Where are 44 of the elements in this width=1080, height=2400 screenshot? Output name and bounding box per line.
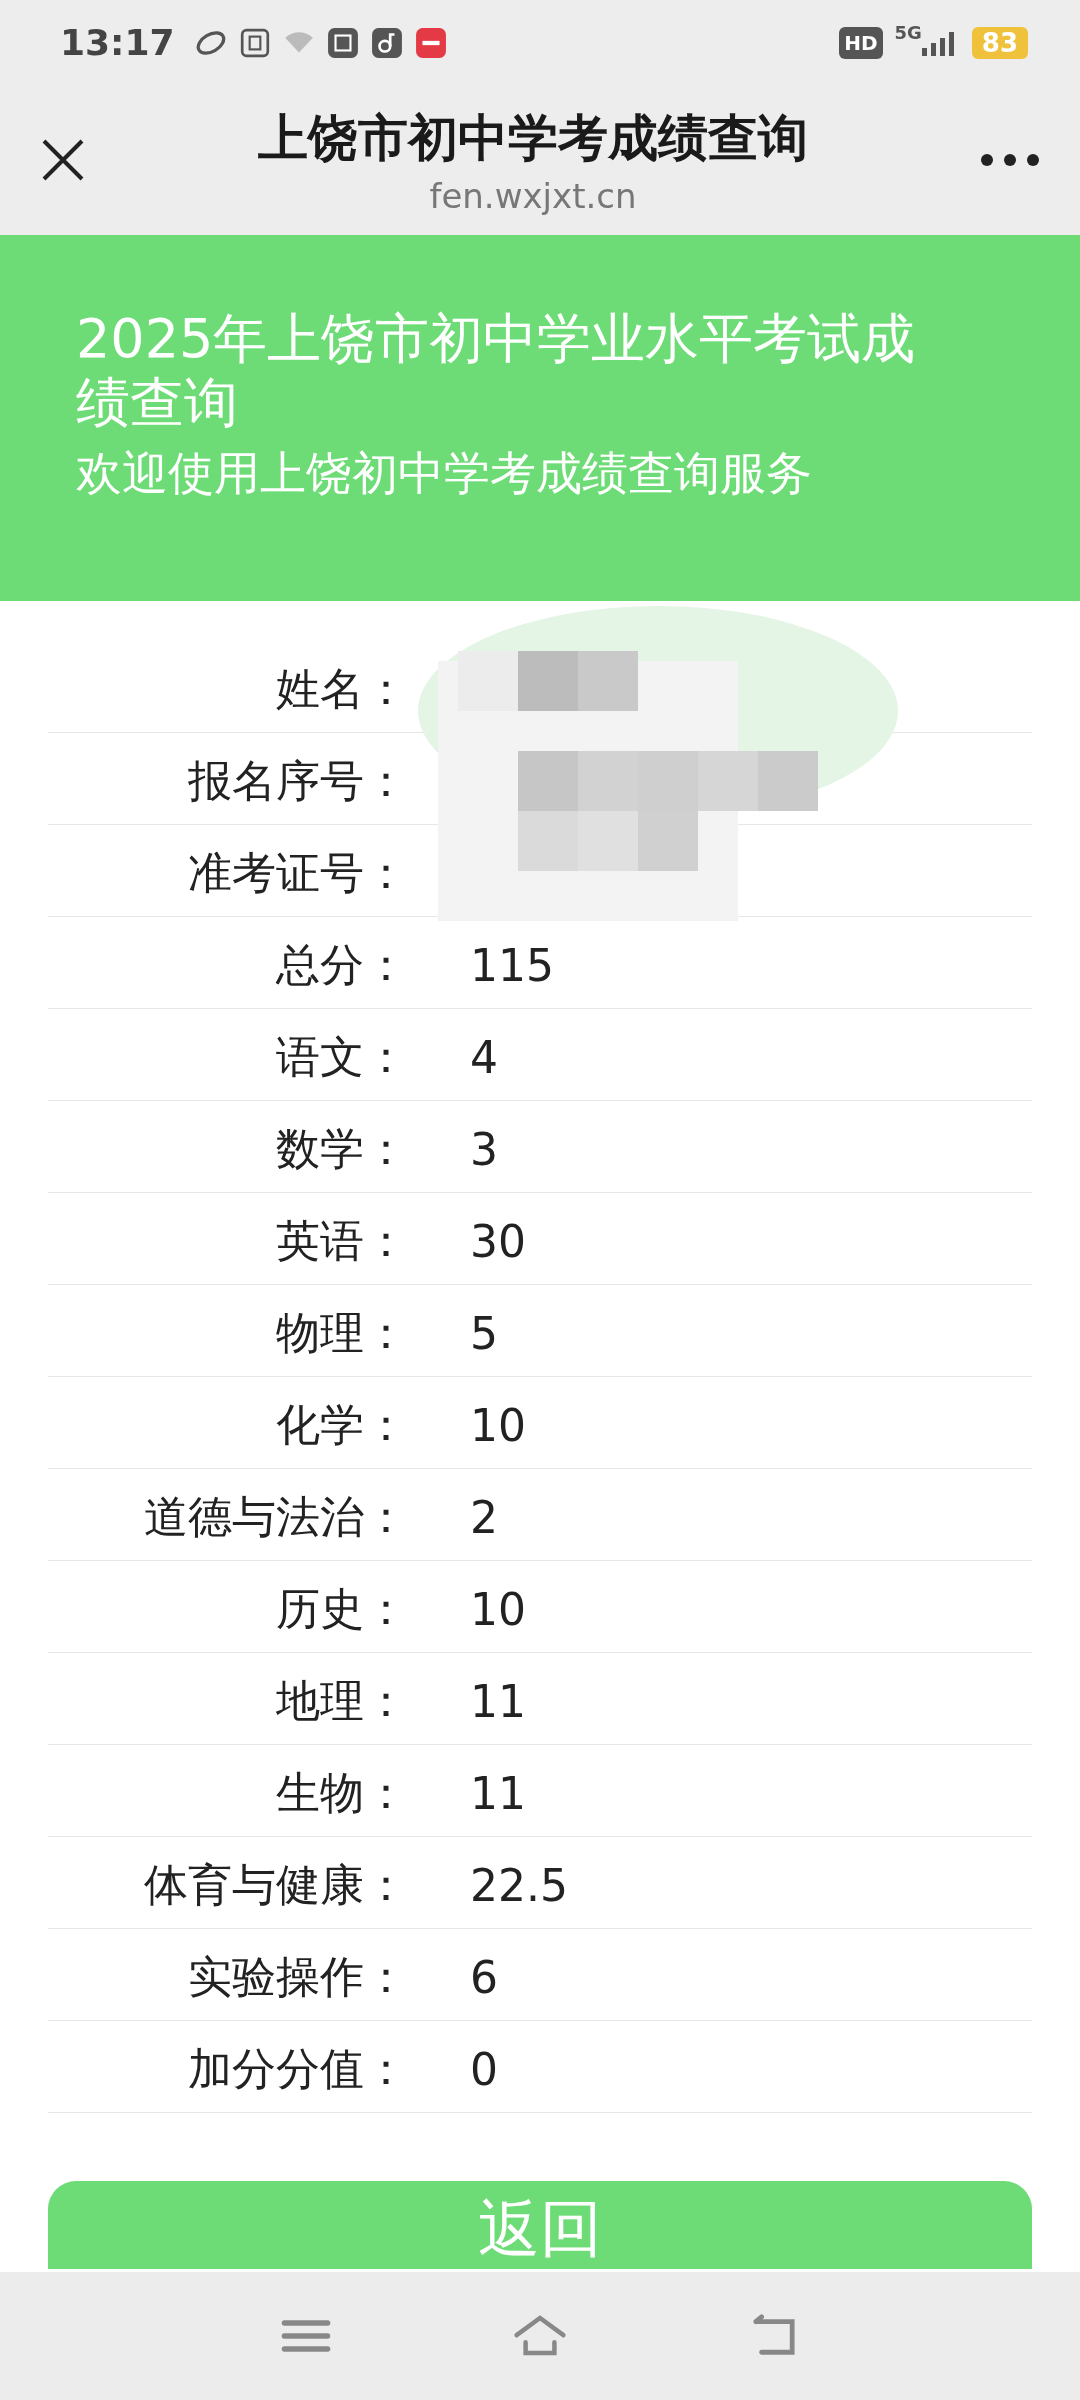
field-label: 数学： — [275, 1122, 408, 1176]
field-value: 3 — [470, 1123, 498, 1175]
shopping-app-icon — [326, 26, 359, 59]
close-icon[interactable] — [40, 137, 86, 183]
field-label: 报名序号： — [187, 754, 408, 808]
banner-subtitle: 欢迎使用上饶初中学考成绩查询服务 — [76, 445, 813, 502]
field-label: 实验操作： — [187, 1950, 408, 2004]
field-label: 生物： — [275, 1766, 408, 1820]
field-label: 准考证号： — [187, 846, 408, 900]
field-label: 物理： — [275, 1306, 408, 1360]
field-label: 语文： — [275, 1030, 408, 1084]
field-value: 10 — [470, 1399, 526, 1451]
page-url: fen.wxjxt.cn — [428, 175, 638, 216]
field-value: 115 — [470, 939, 554, 991]
field-label: 道德与法治： — [143, 1490, 408, 1544]
music-note-icon — [370, 26, 403, 59]
field-label: 姓名： — [275, 662, 408, 716]
field-label: 地理： — [275, 1674, 408, 1728]
field-value: 4 — [470, 1031, 498, 1083]
field-value: 11 — [470, 1675, 526, 1727]
app-icon — [238, 26, 271, 59]
field-label: 加分分值： — [187, 2042, 408, 2096]
hd-badge: HD — [839, 26, 883, 59]
network-label: 5G — [894, 22, 922, 43]
field-label: 总分： — [275, 938, 408, 992]
more-icon[interactable] — [980, 153, 1040, 167]
field-value: 30 — [470, 1215, 526, 1267]
battery-indicator: 83 — [971, 26, 1028, 59]
back-button[interactable]: 返回 — [48, 2181, 1032, 2269]
field-label: 历史： — [275, 1582, 408, 1636]
field-value: 22.5 — [470, 1859, 568, 1911]
field-value: 0 — [470, 2043, 498, 2095]
field-value: 2 — [470, 1491, 498, 1543]
field-value: 5 — [470, 1307, 498, 1359]
field-label: 化学： — [275, 1398, 408, 1452]
banner-title: 2025年上饶市初中学业水平考试成绩查询 — [76, 307, 917, 435]
field-value: 11 — [470, 1767, 526, 1819]
field-label: 体育与健康： — [143, 1858, 408, 1912]
home-icon[interactable] — [513, 2314, 567, 2358]
page-title: 上饶市初中学考成绩查询 — [257, 107, 809, 169]
field-value: 6 — [470, 1951, 498, 2003]
status-time: 13:17 — [60, 22, 175, 63]
field-label: 英语： — [275, 1214, 408, 1268]
field-value: 10 — [470, 1583, 526, 1635]
